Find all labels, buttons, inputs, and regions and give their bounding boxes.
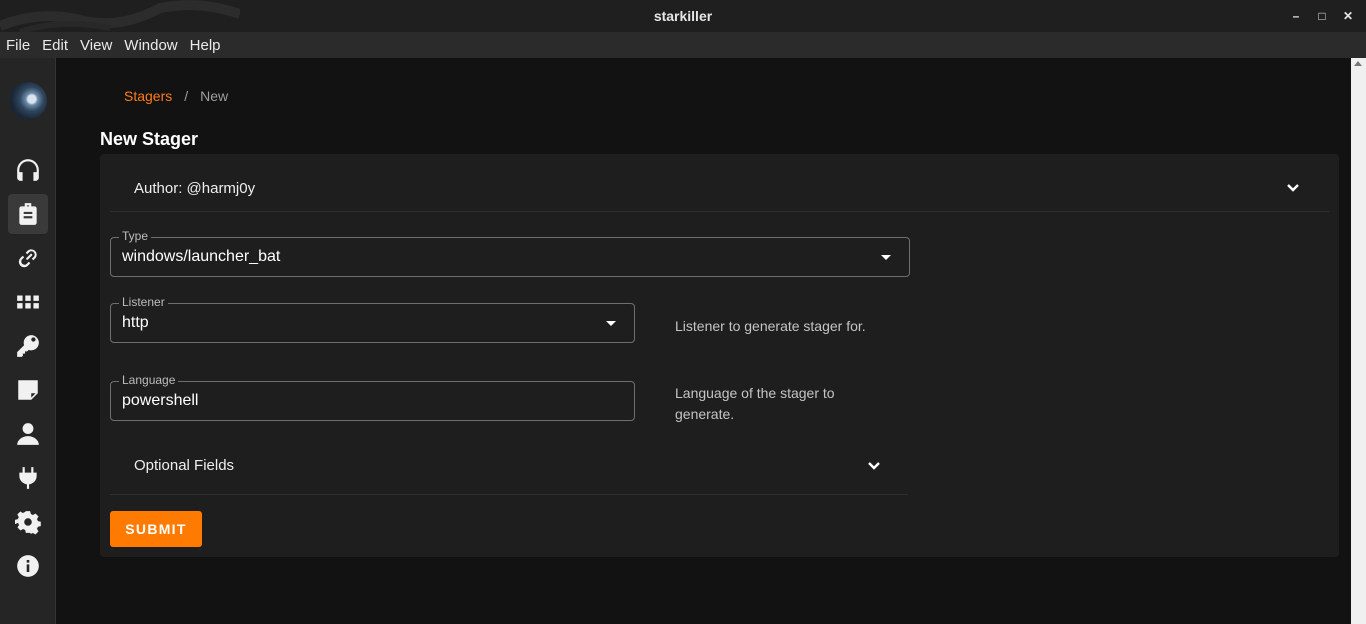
optional-fields-text: Optional Fields: [134, 457, 235, 474]
nav-about[interactable]: [8, 546, 48, 586]
scroll-up-icon[interactable]: [1354, 61, 1362, 66]
nav-plugins[interactable]: [8, 458, 48, 498]
window-title: starkiller: [653, 8, 713, 24]
breadcrumb-separator: /: [184, 88, 189, 104]
submit-button[interactable]: SUBMIT: [110, 511, 202, 547]
link-icon: [18, 249, 37, 268]
info-icon: [17, 555, 39, 577]
nav-stagers[interactable]: [8, 194, 48, 234]
chevron-down-icon: [867, 459, 880, 471]
nav-users[interactable]: [8, 414, 48, 454]
user-icon: [17, 423, 39, 445]
menu-help[interactable]: Help: [190, 37, 221, 54]
nav-credentials[interactable]: [8, 326, 48, 366]
listener-value: http: [122, 314, 149, 331]
minimize-button[interactable]: –: [1290, 9, 1302, 23]
nav-reporting[interactable]: [8, 370, 48, 410]
close-button[interactable]: ✕: [1342, 9, 1354, 23]
nav-agents[interactable]: [8, 238, 48, 278]
title-bar: starkiller – □ ✕: [0, 0, 1366, 32]
breadcrumb: Stagers / New: [124, 88, 228, 104]
briefcase-icon: [19, 203, 37, 225]
page-title: New Stager: [100, 129, 199, 149]
optional-fields-panel[interactable]: Optional Fields: [110, 448, 908, 495]
language-hint: Language of the stager to generate.: [675, 385, 835, 422]
avatar[interactable]: [9, 82, 47, 120]
type-label: Type: [119, 229, 152, 243]
maximize-button[interactable]: □: [1316, 9, 1328, 23]
language-value: powershell: [122, 392, 199, 409]
listener-hint: Listener to generate stager for.: [675, 318, 866, 334]
nav-modules[interactable]: [8, 282, 48, 322]
language-label: Language: [119, 373, 179, 387]
nav-listeners[interactable]: [8, 150, 48, 190]
menu-file[interactable]: File: [6, 37, 30, 54]
type-value: windows/launcher_bat: [122, 248, 281, 265]
menu-bar: File Edit View Window Help: [0, 32, 1366, 58]
gear-icon: [15, 511, 41, 535]
dropdown-arrow-icon: [606, 321, 616, 326]
scrollbar[interactable]: [1351, 58, 1366, 624]
author-text: Author: @harmj0y: [134, 180, 256, 197]
note-icon: [18, 380, 38, 400]
nav-settings[interactable]: [8, 502, 48, 542]
key-icon: [17, 335, 39, 357]
type-select[interactable]: Type windows/launcher_bat: [110, 229, 910, 277]
breadcrumb-current: New: [200, 88, 229, 104]
grid-icon: [17, 295, 39, 309]
dropdown-arrow-icon: [881, 255, 891, 260]
listener-select[interactable]: Listener http: [110, 295, 635, 343]
menu-window[interactable]: Window: [124, 37, 177, 54]
language-field[interactable]: Language powershell: [110, 373, 635, 421]
author-expansion-panel[interactable]: Author: @harmj0y: [110, 154, 1329, 212]
chevron-down-icon: [1286, 181, 1299, 193]
menu-view[interactable]: View: [80, 37, 112, 54]
menu-edit[interactable]: Edit: [42, 37, 68, 54]
breadcrumb-stagers-link[interactable]: Stagers: [124, 88, 172, 104]
plug-icon: [19, 467, 37, 489]
stager-form-card: Author: @harmj0y Type windows/launcher_b…: [100, 154, 1339, 557]
headphones-icon: [17, 159, 39, 181]
sidebar: [0, 58, 56, 624]
listener-label: Listener: [119, 295, 168, 309]
